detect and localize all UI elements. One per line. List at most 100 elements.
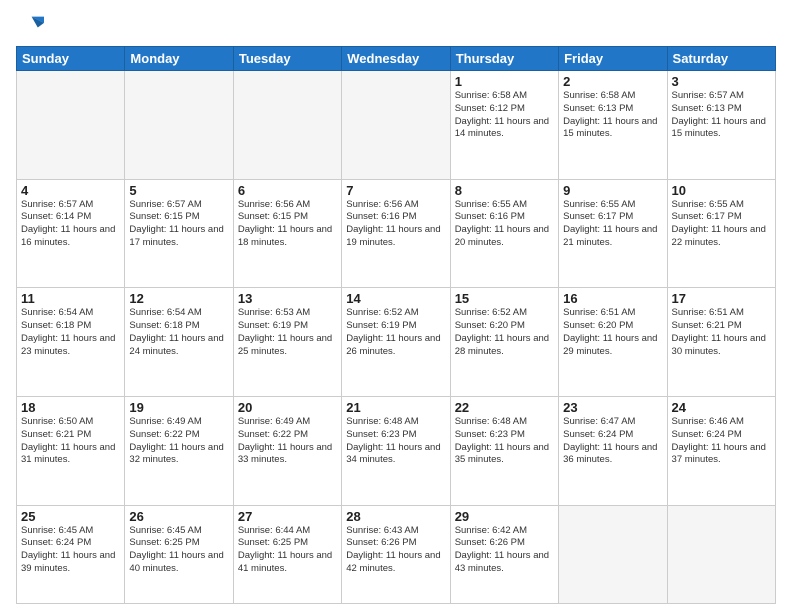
calendar-cell: 14Sunrise: 6:52 AMSunset: 6:19 PMDayligh… — [342, 288, 450, 397]
calendar-cell: 4Sunrise: 6:57 AMSunset: 6:14 PMDaylight… — [17, 179, 125, 288]
day-number: 20 — [238, 400, 337, 415]
calendar: SundayMondayTuesdayWednesdayThursdayFrid… — [16, 46, 776, 604]
calendar-cell: 18Sunrise: 6:50 AMSunset: 6:21 PMDayligh… — [17, 396, 125, 505]
calendar-week-row: 18Sunrise: 6:50 AMSunset: 6:21 PMDayligh… — [17, 396, 776, 505]
calendar-cell: 13Sunrise: 6:53 AMSunset: 6:19 PMDayligh… — [233, 288, 341, 397]
day-number: 6 — [238, 183, 337, 198]
day-number: 10 — [672, 183, 771, 198]
calendar-cell: 20Sunrise: 6:49 AMSunset: 6:22 PMDayligh… — [233, 396, 341, 505]
calendar-cell: 15Sunrise: 6:52 AMSunset: 6:20 PMDayligh… — [450, 288, 558, 397]
day-info: Sunrise: 6:56 AMSunset: 6:15 PMDaylight:… — [238, 199, 337, 250]
day-info: Sunrise: 6:54 AMSunset: 6:18 PMDaylight:… — [129, 307, 228, 358]
calendar-cell: 3Sunrise: 6:57 AMSunset: 6:13 PMDaylight… — [667, 71, 775, 180]
calendar-cell: 12Sunrise: 6:54 AMSunset: 6:18 PMDayligh… — [125, 288, 233, 397]
day-info: Sunrise: 6:46 AMSunset: 6:24 PMDaylight:… — [672, 416, 771, 467]
calendar-cell — [125, 71, 233, 180]
calendar-week-row: 4Sunrise: 6:57 AMSunset: 6:14 PMDaylight… — [17, 179, 776, 288]
day-number: 22 — [455, 400, 554, 415]
day-number: 3 — [672, 74, 771, 89]
day-number: 25 — [21, 509, 120, 524]
day-info: Sunrise: 6:55 AMSunset: 6:17 PMDaylight:… — [672, 199, 771, 250]
day-info: Sunrise: 6:52 AMSunset: 6:19 PMDaylight:… — [346, 307, 445, 358]
day-info: Sunrise: 6:51 AMSunset: 6:21 PMDaylight:… — [672, 307, 771, 358]
calendar-cell: 17Sunrise: 6:51 AMSunset: 6:21 PMDayligh… — [667, 288, 775, 397]
calendar-cell — [559, 505, 667, 603]
day-number: 15 — [455, 291, 554, 306]
day-number: 19 — [129, 400, 228, 415]
calendar-cell: 23Sunrise: 6:47 AMSunset: 6:24 PMDayligh… — [559, 396, 667, 505]
calendar-header-wednesday: Wednesday — [342, 47, 450, 71]
calendar-cell — [17, 71, 125, 180]
day-info: Sunrise: 6:45 AMSunset: 6:25 PMDaylight:… — [129, 525, 228, 576]
day-info: Sunrise: 6:49 AMSunset: 6:22 PMDaylight:… — [238, 416, 337, 467]
page: SundayMondayTuesdayWednesdayThursdayFrid… — [0, 0, 792, 612]
day-info: Sunrise: 6:58 AMSunset: 6:13 PMDaylight:… — [563, 90, 662, 141]
logo-icon — [16, 12, 44, 40]
calendar-header-tuesday: Tuesday — [233, 47, 341, 71]
day-number: 11 — [21, 291, 120, 306]
day-info: Sunrise: 6:48 AMSunset: 6:23 PMDaylight:… — [346, 416, 445, 467]
calendar-cell: 1Sunrise: 6:58 AMSunset: 6:12 PMDaylight… — [450, 71, 558, 180]
day-number: 5 — [129, 183, 228, 198]
day-number: 7 — [346, 183, 445, 198]
day-number: 28 — [346, 509, 445, 524]
calendar-cell: 2Sunrise: 6:58 AMSunset: 6:13 PMDaylight… — [559, 71, 667, 180]
day-info: Sunrise: 6:57 AMSunset: 6:14 PMDaylight:… — [21, 199, 120, 250]
day-number: 13 — [238, 291, 337, 306]
day-info: Sunrise: 6:50 AMSunset: 6:21 PMDaylight:… — [21, 416, 120, 467]
calendar-cell: 11Sunrise: 6:54 AMSunset: 6:18 PMDayligh… — [17, 288, 125, 397]
day-number: 1 — [455, 74, 554, 89]
day-info: Sunrise: 6:51 AMSunset: 6:20 PMDaylight:… — [563, 307, 662, 358]
calendar-header-thursday: Thursday — [450, 47, 558, 71]
calendar-cell: 6Sunrise: 6:56 AMSunset: 6:15 PMDaylight… — [233, 179, 341, 288]
day-number: 9 — [563, 183, 662, 198]
day-info: Sunrise: 6:47 AMSunset: 6:24 PMDaylight:… — [563, 416, 662, 467]
day-number: 8 — [455, 183, 554, 198]
calendar-week-row: 1Sunrise: 6:58 AMSunset: 6:12 PMDaylight… — [17, 71, 776, 180]
calendar-cell: 9Sunrise: 6:55 AMSunset: 6:17 PMDaylight… — [559, 179, 667, 288]
logo — [16, 12, 48, 40]
calendar-cell: 28Sunrise: 6:43 AMSunset: 6:26 PMDayligh… — [342, 505, 450, 603]
calendar-cell: 24Sunrise: 6:46 AMSunset: 6:24 PMDayligh… — [667, 396, 775, 505]
calendar-cell: 19Sunrise: 6:49 AMSunset: 6:22 PMDayligh… — [125, 396, 233, 505]
day-info: Sunrise: 6:55 AMSunset: 6:16 PMDaylight:… — [455, 199, 554, 250]
day-info: Sunrise: 6:48 AMSunset: 6:23 PMDaylight:… — [455, 416, 554, 467]
day-number: 24 — [672, 400, 771, 415]
calendar-header-saturday: Saturday — [667, 47, 775, 71]
day-info: Sunrise: 6:55 AMSunset: 6:17 PMDaylight:… — [563, 199, 662, 250]
day-info: Sunrise: 6:57 AMSunset: 6:13 PMDaylight:… — [672, 90, 771, 141]
calendar-cell: 5Sunrise: 6:57 AMSunset: 6:15 PMDaylight… — [125, 179, 233, 288]
calendar-cell: 21Sunrise: 6:48 AMSunset: 6:23 PMDayligh… — [342, 396, 450, 505]
calendar-header-sunday: Sunday — [17, 47, 125, 71]
calendar-cell: 22Sunrise: 6:48 AMSunset: 6:23 PMDayligh… — [450, 396, 558, 505]
calendar-week-row: 11Sunrise: 6:54 AMSunset: 6:18 PMDayligh… — [17, 288, 776, 397]
calendar-cell: 29Sunrise: 6:42 AMSunset: 6:26 PMDayligh… — [450, 505, 558, 603]
day-info: Sunrise: 6:54 AMSunset: 6:18 PMDaylight:… — [21, 307, 120, 358]
calendar-header-row: SundayMondayTuesdayWednesdayThursdayFrid… — [17, 47, 776, 71]
day-number: 17 — [672, 291, 771, 306]
day-info: Sunrise: 6:49 AMSunset: 6:22 PMDaylight:… — [129, 416, 228, 467]
day-info: Sunrise: 6:44 AMSunset: 6:25 PMDaylight:… — [238, 525, 337, 576]
day-number: 4 — [21, 183, 120, 198]
header — [16, 12, 776, 40]
day-info: Sunrise: 6:56 AMSunset: 6:16 PMDaylight:… — [346, 199, 445, 250]
calendar-cell — [342, 71, 450, 180]
day-info: Sunrise: 6:43 AMSunset: 6:26 PMDaylight:… — [346, 525, 445, 576]
day-info: Sunrise: 6:58 AMSunset: 6:12 PMDaylight:… — [455, 90, 554, 141]
calendar-cell: 25Sunrise: 6:45 AMSunset: 6:24 PMDayligh… — [17, 505, 125, 603]
calendar-cell: 8Sunrise: 6:55 AMSunset: 6:16 PMDaylight… — [450, 179, 558, 288]
day-number: 29 — [455, 509, 554, 524]
calendar-cell — [667, 505, 775, 603]
day-info: Sunrise: 6:57 AMSunset: 6:15 PMDaylight:… — [129, 199, 228, 250]
day-number: 16 — [563, 291, 662, 306]
day-number: 21 — [346, 400, 445, 415]
day-number: 27 — [238, 509, 337, 524]
calendar-header-monday: Monday — [125, 47, 233, 71]
day-info: Sunrise: 6:45 AMSunset: 6:24 PMDaylight:… — [21, 525, 120, 576]
day-number: 14 — [346, 291, 445, 306]
day-info: Sunrise: 6:53 AMSunset: 6:19 PMDaylight:… — [238, 307, 337, 358]
day-info: Sunrise: 6:42 AMSunset: 6:26 PMDaylight:… — [455, 525, 554, 576]
calendar-cell: 26Sunrise: 6:45 AMSunset: 6:25 PMDayligh… — [125, 505, 233, 603]
calendar-cell: 10Sunrise: 6:55 AMSunset: 6:17 PMDayligh… — [667, 179, 775, 288]
calendar-week-row: 25Sunrise: 6:45 AMSunset: 6:24 PMDayligh… — [17, 505, 776, 603]
